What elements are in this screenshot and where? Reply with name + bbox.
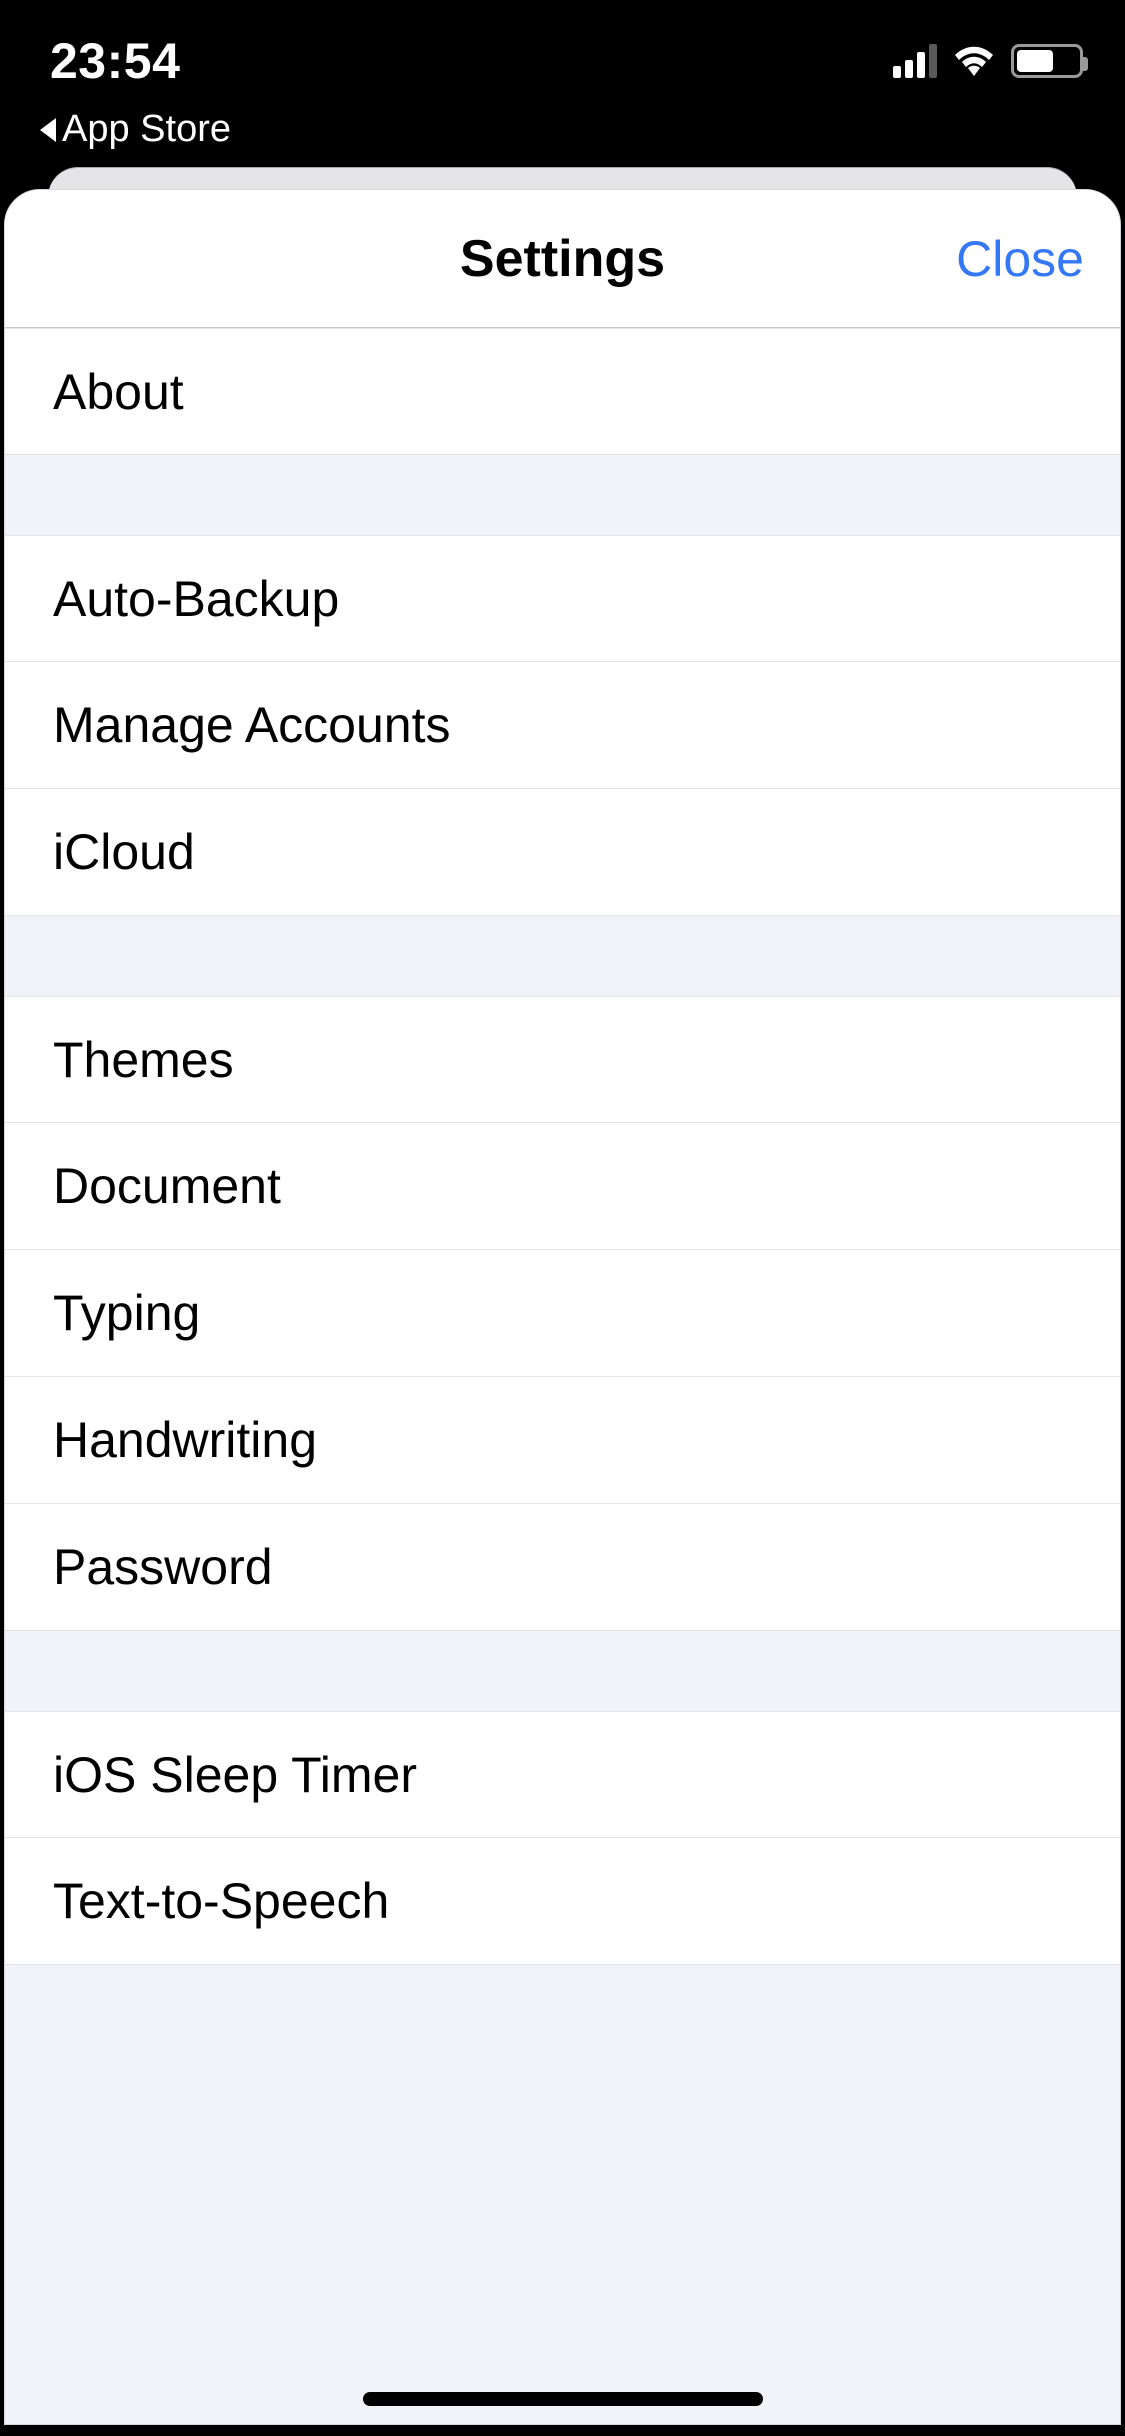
cellular-signal-icon: [893, 44, 937, 78]
row-auto-backup[interactable]: Auto-Backup: [5, 535, 1120, 662]
settings-section-1: About: [5, 328, 1120, 455]
row-themes[interactable]: Themes: [5, 996, 1120, 1123]
row-label: Handwriting: [53, 1411, 317, 1469]
row-label: Manage Accounts: [53, 696, 451, 754]
row-document[interactable]: Document: [5, 1123, 1120, 1250]
row-ios-sleep-timer[interactable]: iOS Sleep Timer: [5, 1711, 1120, 1838]
row-typing[interactable]: Typing: [5, 1250, 1120, 1377]
modal-header: Settings Close: [5, 190, 1120, 328]
home-indicator[interactable]: [363, 2392, 763, 2406]
row-label: iCloud: [53, 823, 195, 881]
row-label: Typing: [53, 1284, 200, 1342]
row-about[interactable]: About: [5, 328, 1120, 455]
settings-section-2: Auto-Backup Manage Accounts iCloud: [5, 535, 1120, 916]
row-label: Auto-Backup: [53, 570, 339, 628]
row-label: Text-to-Speech: [53, 1872, 389, 1930]
section-gap: [5, 455, 1120, 535]
battery-icon: [1011, 44, 1083, 78]
row-text-to-speech[interactable]: Text-to-Speech: [5, 1838, 1120, 1965]
modal-title: Settings: [460, 229, 665, 289]
row-icloud[interactable]: iCloud: [5, 789, 1120, 916]
breadcrumb-label: App Store: [62, 108, 231, 151]
row-label: Document: [53, 1157, 281, 1215]
wifi-icon: [951, 44, 997, 78]
status-time: 23:54: [50, 32, 180, 90]
row-manage-accounts[interactable]: Manage Accounts: [5, 662, 1120, 789]
settings-section-3: Themes Document Typing Handwriting Passw…: [5, 996, 1120, 1631]
settings-section-4: iOS Sleep Timer Text-to-Speech: [5, 1711, 1120, 1965]
section-gap: [5, 1631, 1120, 1711]
row-label: About: [53, 363, 184, 421]
section-gap: [5, 916, 1120, 996]
row-password[interactable]: Password: [5, 1504, 1120, 1631]
settings-modal: Settings Close About Auto-Backup Manage …: [4, 189, 1121, 2425]
back-triangle-icon: [40, 118, 56, 142]
breadcrumb-back-appstore[interactable]: App Store: [0, 104, 1125, 167]
status-right: [893, 44, 1083, 78]
row-label: iOS Sleep Timer: [53, 1746, 417, 1804]
row-label: Password: [53, 1538, 273, 1596]
row-handwriting[interactable]: Handwriting: [5, 1377, 1120, 1504]
row-label: Themes: [53, 1031, 234, 1089]
close-button[interactable]: Close: [956, 190, 1084, 327]
status-bar: 23:54: [0, 0, 1125, 104]
